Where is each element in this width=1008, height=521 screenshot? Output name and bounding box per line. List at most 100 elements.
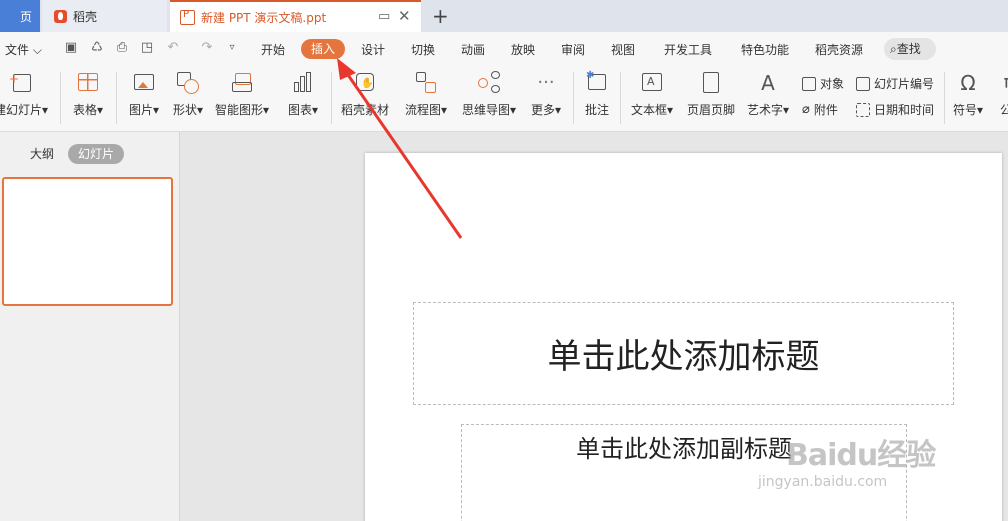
material-icon: ✋ [352,70,378,96]
picture-icon [131,70,157,96]
shape-button[interactable]: 形状▾ [168,70,208,118]
picture-button[interactable]: 图片▾ [124,70,164,118]
save-icon[interactable]: ▣ [63,40,79,56]
menu-features[interactable]: 特色功能 [741,41,789,58]
window-icon[interactable]: ▭ [378,9,390,24]
mindmap-button[interactable]: 思维导图▾ [459,70,519,118]
comment-label: 批注 [584,103,609,117]
tab-home[interactable]: 页 [0,0,40,32]
menu-bar: 文件 ⌵ ▣ ♺ ⎙ ◳ ↶ ↷ ▿ 开始 插入 设计 切换 动画 放映 审阅 … [0,32,1008,66]
header-footer-label: 页眉页脚 [686,103,735,117]
ppt-file-icon [180,9,195,25]
menu-design[interactable]: 设计 [361,41,385,58]
ribbon-divider [60,72,61,124]
symbol-button[interactable]: Ω 符号▾ [950,70,986,118]
chart-button[interactable]: 图表▾ [283,70,323,118]
menu-transition[interactable]: 切换 [411,41,435,58]
new-slide-icon: + [7,70,33,96]
picture-label: 图片▾ [128,103,160,117]
slide-number-label: 幻灯片编号 [874,77,935,91]
table-icon [75,70,101,96]
header-footer-icon [698,70,724,96]
wordart-icon: A [761,71,775,95]
ribbon-divider [116,72,117,124]
chart-label: 图表▾ [287,103,319,117]
formula-label: 公 [999,103,1008,117]
tab-slides[interactable]: 幻灯片 [68,144,124,164]
smart-art-button[interactable]: 智能图形▾ [214,70,270,118]
menu-view[interactable]: 视图 [611,41,635,58]
formula-icon: π [996,70,1008,96]
menu-daoke-resources[interactable]: 稻壳资源 [815,41,863,58]
menu-animation[interactable]: 动画 [461,41,485,58]
attachment-label: 附件 [813,103,838,117]
daoke-logo-icon [54,9,67,23]
wordart-button[interactable]: A 艺术字▾ [744,70,792,118]
print-preview-icon[interactable]: ◳ [139,40,155,56]
material-button[interactable]: ✋ 稻壳素材 [338,70,392,118]
comment-button[interactable]: ✱ 批注 [580,70,614,118]
menu-developer[interactable]: 开发工具 [664,41,712,58]
datetime-label: 日期和时间 [874,103,935,117]
print-icon[interactable]: ⎙ [114,40,130,56]
attachment-button[interactable]: ⌀ 附件 [802,101,838,118]
slide-thumbnail[interactable] [2,177,173,306]
close-tab-icon[interactable]: ✕ [398,7,411,25]
undo-icon[interactable]: ↶ [165,40,181,56]
mindmap-icon [476,70,502,96]
header-footer-button[interactable]: 页眉页脚 [686,70,736,118]
tab-bar: 页 稻壳 新建 PPT 演示文稿.ppt ▭ ✕ + [0,0,1008,32]
menu-review[interactable]: 审阅 [561,41,585,58]
material-label: 稻壳素材 [340,103,389,117]
more-button[interactable]: ··· 更多▾ [526,70,566,118]
object-button[interactable]: 对象 [802,75,844,92]
new-slide-button[interactable]: + 建幻灯片▾ [0,70,48,118]
menu-start[interactable]: 开始 [261,41,285,58]
baidu-watermark: Baidu经验 jingyan.baidu.com [758,408,956,498]
redo-icon[interactable]: ↷ [199,40,215,56]
tab-outline[interactable]: 大纲 [30,145,54,162]
formula-button[interactable]: π 公 [996,70,1008,118]
table-label: 表格▾ [72,103,104,117]
smart-art-icon [229,70,255,96]
tab-document-title: 新建 PPT 演示文稿.ppt [201,10,327,25]
new-tab-plus-icon[interactable]: + [432,4,449,28]
more-dots-icon: ··· [537,72,555,93]
format-painter-icon[interactable]: ♺ [89,40,105,56]
object-icon [802,76,816,91]
tab-daoke[interactable]: 稻壳 [42,0,167,32]
insert-ribbon: + 建幻灯片▾ 表格▾ 图片▾ 形状▾ 智能图形▾ 图表▾ ✋ 稻壳素材 流程图… [0,66,1008,132]
shape-label: 形状▾ [172,103,204,117]
flowchart-label: 流程图▾ [404,103,448,117]
chart-icon [290,70,316,96]
menu-insert[interactable]: 插入 [301,39,345,59]
textbox-button[interactable]: A 文本框▾ [628,70,676,118]
watermark-logo-text: Baidu经验 [786,438,936,473]
title-placeholder[interactable]: 单击此处添加标题 [413,302,954,405]
paperclip-icon: ⌀ [802,102,810,117]
textbox-icon: A [639,70,665,96]
slide-number-button[interactable]: 幻灯片编号 [856,75,934,92]
comment-icon: ✱ [584,70,610,96]
omega-icon: Ω [960,71,976,95]
search-label: 查找 [896,42,921,56]
ribbon-divider [620,72,621,124]
ribbon-divider [573,72,574,124]
menu-slideshow[interactable]: 放映 [511,41,535,58]
customize-dropdown-icon[interactable]: ▿ [224,40,240,56]
flowchart-button[interactable]: 流程图▾ [402,70,450,118]
datetime-button[interactable]: 日期和时间 [856,101,934,118]
object-label: 对象 [820,77,845,91]
slide-number-icon [856,76,870,91]
ribbon-divider [331,72,332,124]
symbol-label: 符号▾ [952,103,984,117]
smart-art-label: 智能图形▾ [214,103,270,117]
tab-home-label: 页 [19,9,32,24]
wordart-label: 艺术字▾ [746,103,790,117]
table-button[interactable]: 表格▾ [68,70,108,118]
menu-file[interactable]: 文件 ⌵ [5,41,42,58]
shape-icon [175,70,201,96]
search-button[interactable]: ⌕查找 [884,38,936,60]
flowchart-icon [413,70,439,96]
menu-file-label: 文件 [5,43,30,57]
